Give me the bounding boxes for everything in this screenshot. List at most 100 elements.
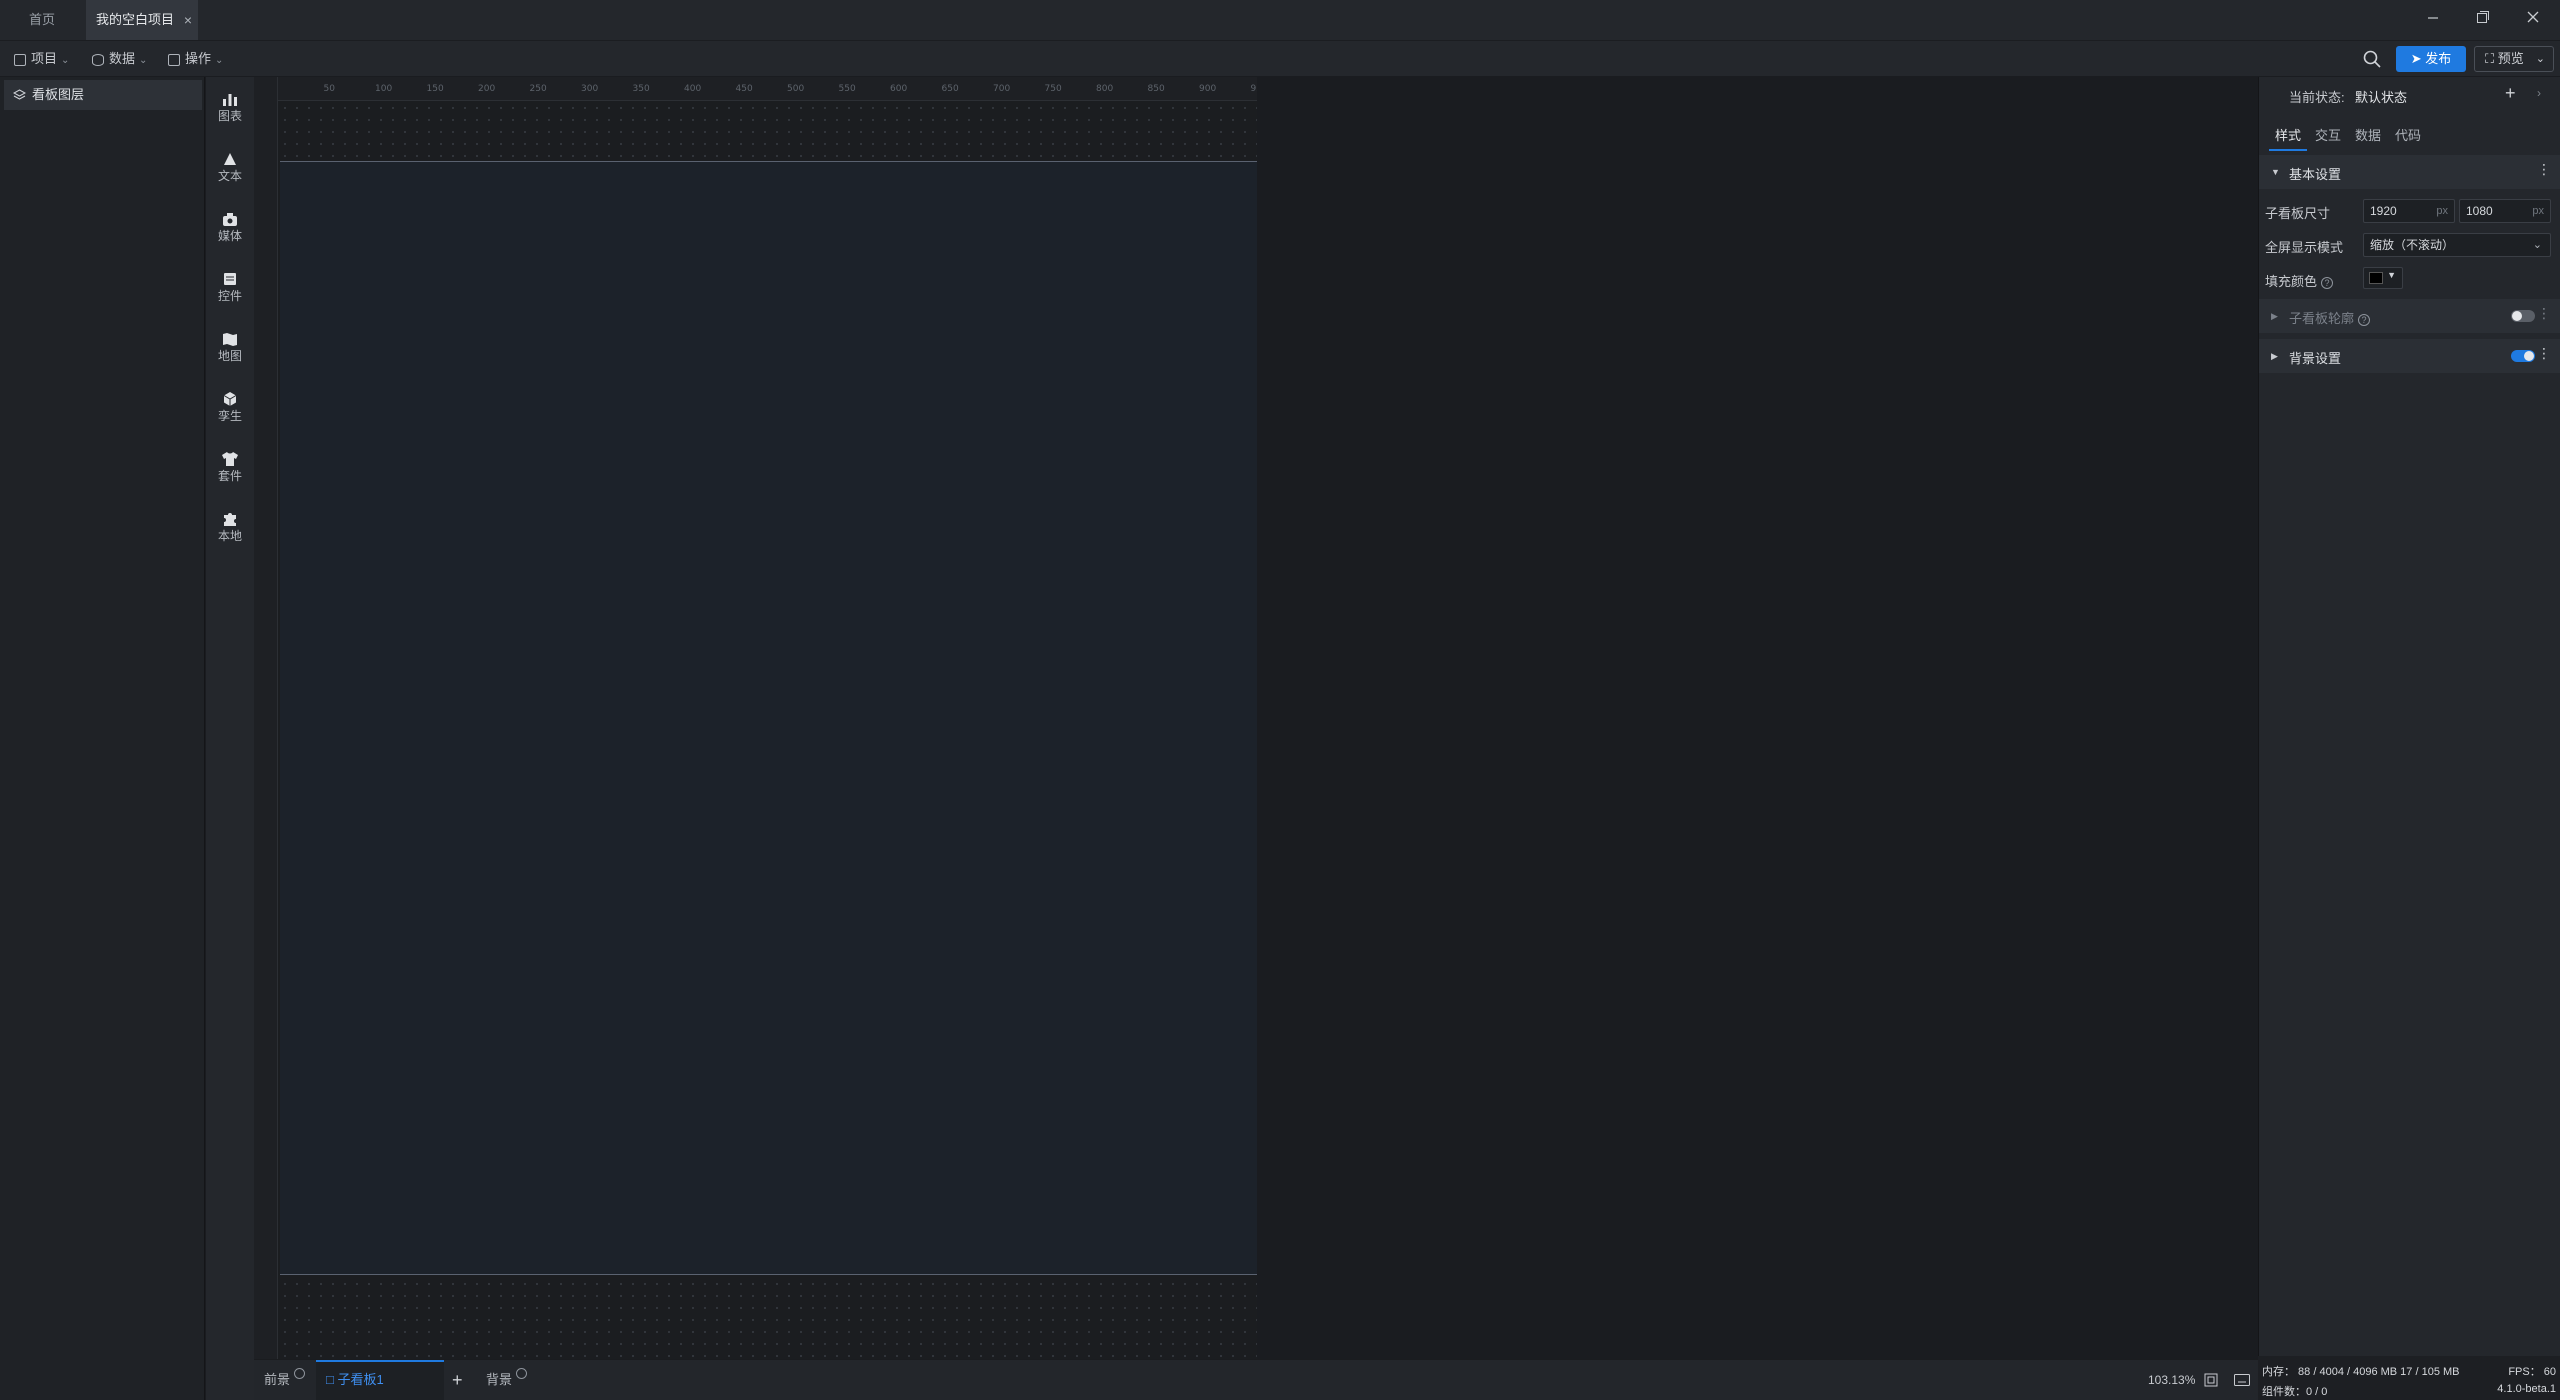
caret-right-icon: ▶: [2271, 351, 2278, 361]
section-basic-title: 基本设置: [2289, 167, 2342, 182]
tab-sub-board[interactable]: □ 子看板1: [316, 1360, 444, 1400]
chevron-right-icon[interactable]: ›: [2537, 86, 2541, 100]
ruler-top[interactable]: 50 100 150 200 250 300 350 400 450 500 550 600 650 70…: [254, 77, 1257, 101]
menu-operations[interactable]: 操作 ⌄: [168, 41, 223, 77]
component-media[interactable]: 媒体: [206, 203, 254, 259]
ruler-tick-label: 350: [632, 84, 650, 94]
tab-code[interactable]: 代码: [2395, 121, 2421, 151]
preview-label: 预览: [2497, 51, 2524, 66]
tab-interaction-label: 交互: [2315, 128, 2342, 143]
tab-interaction[interactable]: 交互: [2315, 121, 2341, 151]
publish-button[interactable]: ➤ 发布: [2396, 46, 2466, 72]
color-swatch: [2369, 272, 2383, 284]
fullscreen-mode-select[interactable]: 缩放（不滚动） ⌄: [2363, 233, 2551, 257]
tab-background[interactable]: 背景: [486, 1360, 528, 1400]
tab-style[interactable]: 样式: [2269, 121, 2307, 151]
component-kit[interactable]: 套件: [206, 443, 254, 499]
background-toggle[interactable]: [2511, 350, 2535, 362]
help-icon[interactable]: ?: [2321, 276, 2334, 289]
section-outline-title: 子看板轮廓?: [2289, 308, 2371, 327]
canvas-area[interactable]: 50 100 150 200 250 300 350 400 450 500 550 600 650 70…: [254, 77, 1257, 1359]
ruler-tick-label: 750: [1044, 84, 1062, 94]
search-button[interactable]: [2362, 49, 2382, 69]
ruler-left[interactable]: [254, 77, 278, 1359]
zoom-level[interactable]: 103.13%: [2148, 1360, 2195, 1400]
unit-label: px: [2532, 205, 2544, 217]
tab-project[interactable]: 我的空白项目 ×: [86, 0, 198, 40]
component-control[interactable]: 控件: [206, 263, 254, 319]
keyboard-icon[interactable]: [2234, 1374, 2250, 1386]
more-vertical-icon[interactable]: ⋮: [2537, 305, 2551, 322]
fit-screen-icon[interactable]: [2204, 1373, 2218, 1387]
board-width-input[interactable]: 1920 px: [2363, 199, 2455, 223]
component-local[interactable]: 本地: [206, 503, 254, 559]
board-height-input[interactable]: 1080 px: [2459, 199, 2551, 223]
menu-bar: 项目 ⌄ 数据 ⌄ 操作 ⌄ ➤ 发布 ⛶ 预览 ⌄: [0, 40, 2560, 76]
ruler-tick-label: 950: [1250, 84, 1258, 94]
menu-data-label: 数据: [109, 51, 136, 66]
add-board-icon[interactable]: +: [452, 1360, 463, 1400]
ruler-tick-label: 600: [890, 84, 908, 94]
add-state-icon[interactable]: +: [2505, 83, 2516, 104]
restore-button[interactable]: [2459, 0, 2507, 40]
help-icon[interactable]: ?: [2358, 313, 2371, 326]
layer-panel-title: 看板图层: [32, 87, 85, 102]
fill-color-picker[interactable]: ▼: [2363, 267, 2403, 289]
file-icon: [14, 53, 26, 66]
close-icon: [2527, 11, 2539, 23]
visibility-icon[interactable]: [516, 1367, 528, 1379]
minimize-button[interactable]: [2409, 0, 2457, 40]
fullscreen-mode-value: 缩放（不滚动）: [2370, 238, 2455, 252]
puzzle-icon: [224, 513, 236, 526]
menu-project[interactable]: 项目 ⌄: [14, 41, 69, 77]
menu-data[interactable]: 数据 ⌄: [92, 41, 147, 77]
ruler-tick-label: 300: [581, 84, 599, 94]
component-label: 媒体: [217, 229, 242, 243]
component-chart[interactable]: 图表: [206, 83, 254, 139]
component-map[interactable]: 地图: [206, 323, 254, 379]
toggle-knob: [2524, 351, 2534, 361]
chart-icon: [223, 94, 237, 106]
media-icon: [223, 213, 237, 226]
visibility-icon[interactable]: [294, 1367, 306, 1379]
ruler-tick-label: 50: [323, 84, 335, 94]
board-tabs-bar: 前景 □ 子看板1 + 背景 103.13%: [254, 1359, 2258, 1400]
map-icon: [223, 333, 237, 346]
title-bar: 首页 我的空白项目 ×: [0, 0, 2560, 40]
board-height-value: 1080: [2466, 204, 2493, 218]
layers-icon: [13, 89, 26, 100]
section-background-settings[interactable]: ▶ 背景设置 ⋮: [2259, 339, 2560, 373]
database-icon: [92, 53, 104, 66]
sub-board[interactable]: [280, 161, 1257, 1275]
close-tab-icon[interactable]: ×: [184, 0, 192, 40]
section-background-title: 背景设置: [2289, 351, 2342, 366]
more-vertical-icon[interactable]: ⋮: [2537, 345, 2551, 362]
state-label: 当前状态:: [2289, 90, 2345, 105]
section-basic-settings[interactable]: ▼ 基本设置 ⋮: [2259, 155, 2560, 189]
ruler-tick-label: 550: [838, 84, 856, 94]
layer-panel-header[interactable]: 看板图层: [4, 80, 202, 110]
control-icon: [224, 273, 236, 285]
component-library: 图表 文本 媒体 控件 地图 孪生 套件 本地: [206, 77, 254, 1400]
search-icon: [2363, 50, 2381, 68]
tab-data-label: 数据: [2355, 128, 2382, 143]
component-text[interactable]: 文本: [206, 143, 254, 199]
state-value[interactable]: 默认状态: [2355, 87, 2407, 106]
section-board-outline[interactable]: ▶ 子看板轮廓? ⋮: [2259, 299, 2560, 333]
close-window-button[interactable]: [2509, 0, 2557, 40]
fill-color-text: 填充颜色: [2265, 274, 2318, 289]
fill-color-label: 填充颜色?: [2265, 271, 2334, 290]
ruler-tick-label: 400: [684, 84, 702, 94]
tab-home[interactable]: 首页: [0, 0, 84, 40]
outline-toggle[interactable]: [2511, 310, 2535, 322]
chevron-down-icon: ⌄: [215, 55, 224, 66]
ruler-tick-label: 150: [426, 84, 444, 94]
tab-foreground[interactable]: 前景: [264, 1360, 306, 1400]
app-window: { "window": { "tabs": [ {"label": "首页"},…: [0, 0, 2560, 1400]
component-twin[interactable]: 孪生: [206, 383, 254, 439]
preview-button[interactable]: ⛶ 预览 ⌄: [2474, 46, 2554, 72]
ruler-tick-label: 900: [1199, 84, 1217, 94]
tab-data[interactable]: 数据: [2355, 121, 2381, 151]
restore-icon: [2477, 11, 2489, 23]
more-vertical-icon[interactable]: ⋮: [2537, 161, 2551, 178]
